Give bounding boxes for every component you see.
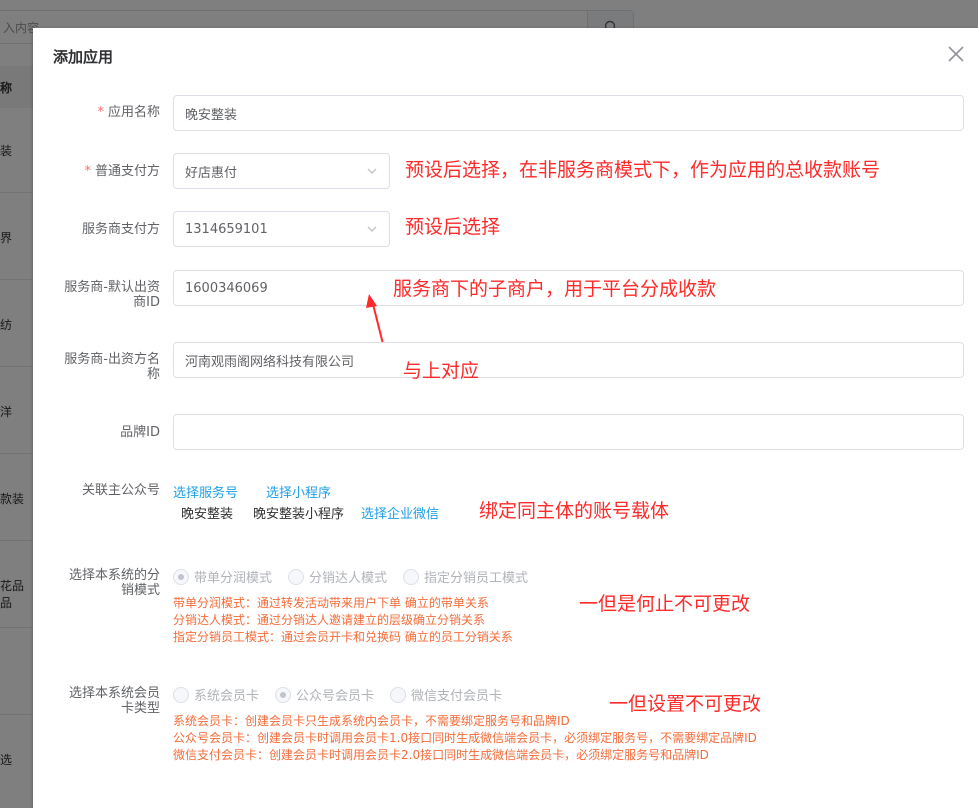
provider-funder-input[interactable]: 河南观雨阁网络科技有限公司 <box>173 342 964 378</box>
linked-account-label: 关联主公众号 <box>81 483 160 498</box>
selected-mini-name: 晚安整装小程序 <box>253 507 345 522</box>
annotation: 预设后选择，在非服务商模式下，作为应用的总收款账号 <box>405 159 881 181</box>
annotation: 一但是何止不可更改 <box>579 593 751 615</box>
app-name-label: * 应用名称 <box>97 105 160 120</box>
note-line: 指定分销员工模式：通过会员开卡和兑换码 确立的员工分销关系 <box>173 630 513 644</box>
radio-icon <box>390 686 407 703</box>
provider-funder-label: 服务商-出资方名称 <box>64 352 160 382</box>
dialog-title: 添加应用 <box>53 48 114 66</box>
distribution-mode-notes: 带单分润模式：通过转发活动带来用户下单 确立的带单关系 分销达人模式：通过分销达… <box>173 595 513 646</box>
radio-icon <box>173 568 189 585</box>
radio-icon <box>173 686 189 703</box>
radio-option[interactable]: 微信支付会员卡 <box>390 685 502 704</box>
app-name-input[interactable]: 晚安整装 <box>173 95 964 131</box>
radio-option[interactable]: 指定分销员工模式 <box>403 567 528 586</box>
radio-icon <box>275 686 292 703</box>
select-service-link[interactable]: 选择服务号 <box>173 482 238 501</box>
provider-default-id-label: 服务商-默认出资商ID <box>64 280 160 310</box>
required-mark: * <box>97 105 104 120</box>
radio-option[interactable]: 带单分润模式 <box>173 567 272 586</box>
note-line: 公众号会员卡：创建会员卡时调用会员卡1.0接口同时生成微信端会员卡，必须绑定服务… <box>173 731 757 745</box>
chevron-down-icon <box>367 168 377 174</box>
radio-option[interactable]: 分销达人模式 <box>288 567 387 586</box>
normal-pay-label: * 普通支付方 <box>84 164 160 179</box>
radio-icon <box>403 568 420 585</box>
member-card-label: 选择本系统会员卡类型 <box>68 686 160 716</box>
brand-id-label: 品牌ID <box>120 425 160 440</box>
provider-pay-select[interactable]: 1314659101 <box>173 211 390 247</box>
member-card-radio-group: 系统会员卡 公众号会员卡 微信支付会员卡 <box>173 685 502 704</box>
radio-option[interactable]: 公众号会员卡 <box>275 685 374 704</box>
note-line: 分销达人模式：通过分销达人邀请建立的层级确立分销关系 <box>173 613 486 627</box>
annotation: 与上对应 <box>403 360 480 382</box>
annotation: 绑定同主体的账号载体 <box>479 500 670 522</box>
close-icon[interactable] <box>946 44 966 64</box>
distribution-mode-label: 选择本系统的分销模式 <box>68 568 160 598</box>
add-app-dialog: 添加应用 * 应用名称 晚安整装 * 普通支付方 好店惠付 预设后选择，在非服务商模… <box>33 28 978 808</box>
normal-pay-select[interactable]: 好店惠付 <box>173 153 390 189</box>
required-mark: * <box>84 164 91 179</box>
distribution-mode-radio-group: 带单分润模式 分销达人模式 指定分销员工模式 <box>173 567 528 586</box>
annotation: 一但设置不可更改 <box>609 693 762 715</box>
select-wecom-link[interactable]: 选择企业微信 <box>361 503 439 522</box>
member-card-notes: 系统会员卡：创建会员卡只生成系统内会员卡，不需要绑定服务号和品牌ID 公众号会员… <box>173 713 757 764</box>
note-line: 带单分润模式：通过转发活动带来用户下单 确立的带单关系 <box>173 596 489 610</box>
annotation: 预设后选择 <box>405 216 501 238</box>
brand-id-input[interactable] <box>173 414 964 450</box>
note-line: 微信支付会员卡：创建会员卡时调用会员卡2.0接口同时生成微信端会员卡，必须绑定服… <box>173 748 709 762</box>
chevron-down-icon <box>367 226 377 232</box>
radio-icon <box>288 568 305 585</box>
selected-service-name: 晚安整装 <box>181 507 234 522</box>
annotation: 服务商下的子商户，用于平台分成收款 <box>393 278 717 300</box>
provider-pay-label: 服务商支付方 <box>81 222 160 237</box>
select-mini-program-link[interactable]: 选择小程序 <box>266 482 331 501</box>
radio-option[interactable]: 系统会员卡 <box>173 685 259 704</box>
